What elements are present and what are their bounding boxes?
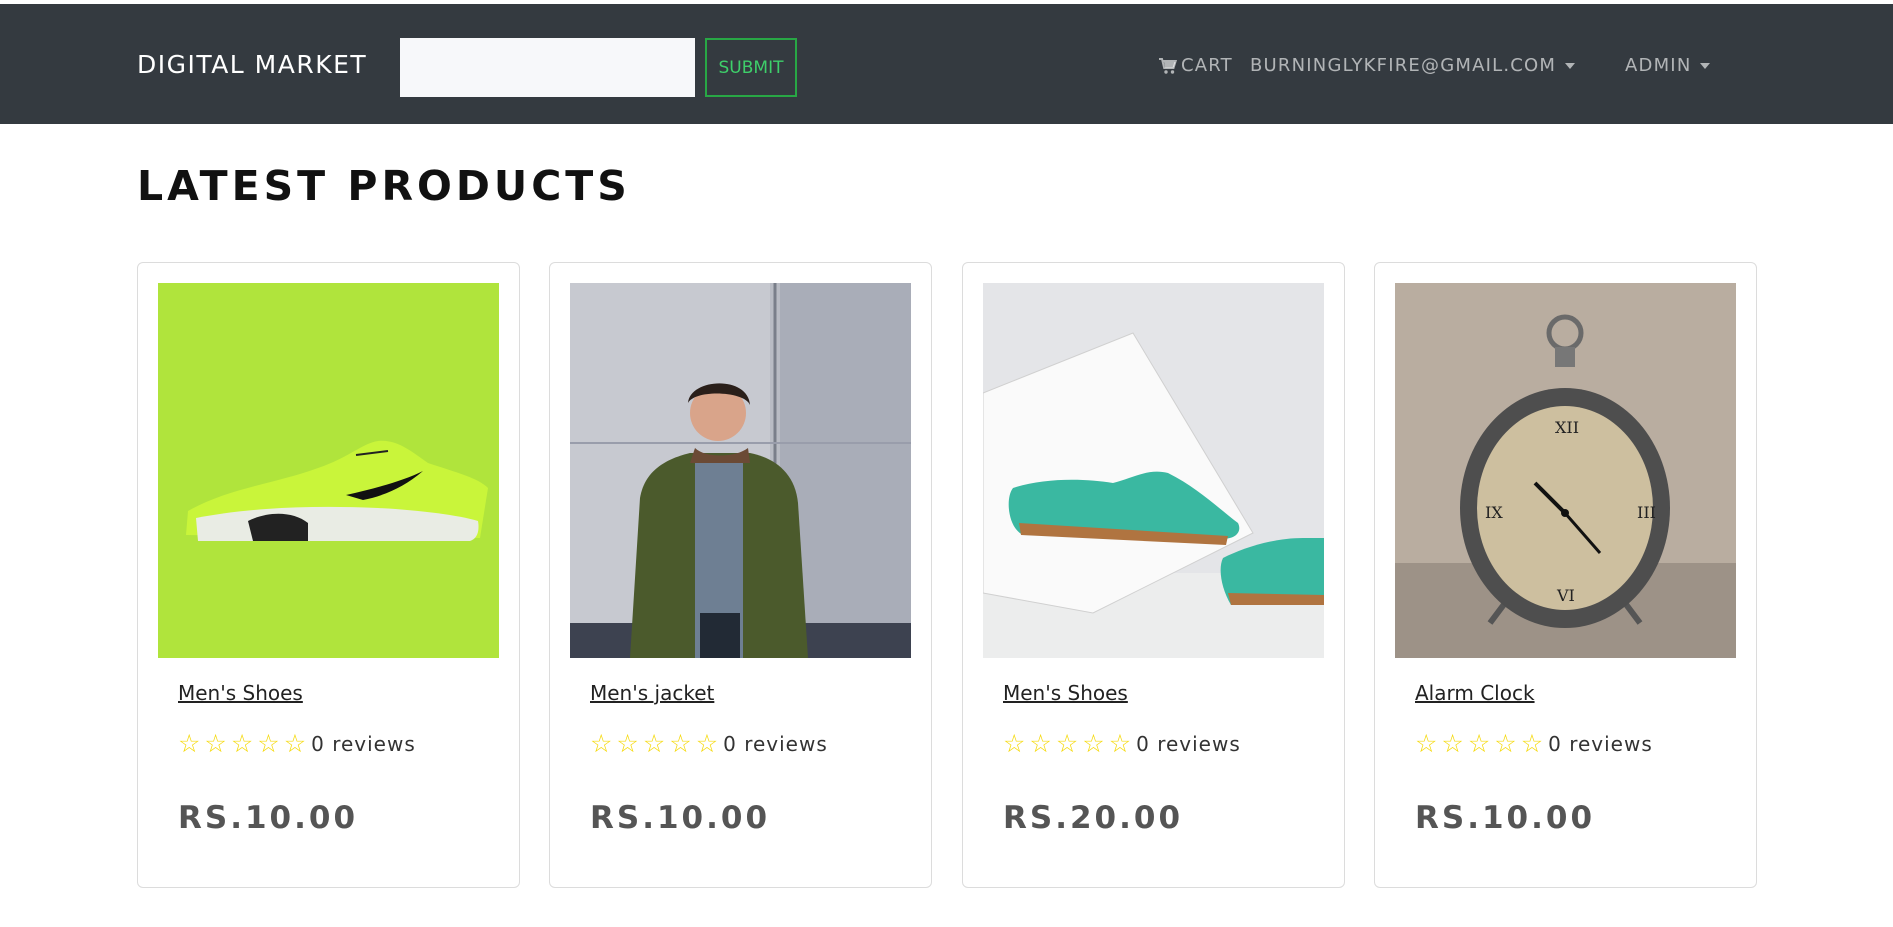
star-outline-icon: ☆ — [695, 729, 719, 758]
product-title-link[interactable]: Alarm Clock — [1415, 681, 1535, 705]
reviews-count: 0 reviews — [1136, 731, 1241, 756]
product-card: Men's Shoes ☆ ☆ ☆ ☆ ☆ 0 reviews RS.20.00 — [962, 262, 1345, 888]
product-card: Men's Shoes ☆ ☆ ☆ ☆ ☆ 0 reviews RS.10.00 — [137, 262, 520, 888]
search-input[interactable] — [400, 38, 695, 97]
product-price: RS.10.00 — [1415, 800, 1596, 836]
star-outline-icon: ☆ — [616, 729, 639, 758]
svg-text:III: III — [1637, 503, 1656, 522]
svg-text:VI: VI — [1556, 586, 1575, 605]
star-outline-icon: ☆ — [178, 729, 201, 758]
cart-icon — [1159, 57, 1178, 74]
product-title-link[interactable]: Men's Shoes — [1003, 681, 1128, 705]
star-outline-icon: ☆ — [1441, 729, 1464, 758]
cart-label: CART — [1181, 55, 1233, 76]
rating: ☆ ☆ ☆ ☆ ☆ 0 reviews — [178, 731, 416, 756]
star-outline-icon: ☆ — [283, 729, 307, 758]
reviews-count: 0 reviews — [723, 731, 828, 756]
star-outline-icon: ☆ — [1029, 729, 1052, 758]
star-outline-icon: ☆ — [1494, 729, 1517, 758]
caret-down-icon — [1565, 62, 1576, 69]
star-outline-icon: ☆ — [1467, 729, 1491, 758]
star-outline-icon: ☆ — [230, 729, 254, 758]
star-outline-icon: ☆ — [1082, 729, 1105, 758]
caret-down-icon — [1700, 62, 1711, 69]
star-outline-icon: ☆ — [590, 729, 613, 758]
rating: ☆ ☆ ☆ ☆ ☆ 0 reviews — [590, 731, 828, 756]
user-email-label: BURNINGLYKFIRE@GMAIL.COM — [1250, 55, 1557, 76]
admin-label: ADMIN — [1625, 55, 1692, 76]
star-outline-icon: ☆ — [1108, 729, 1132, 758]
star-outline-icon: ☆ — [257, 729, 280, 758]
star-outline-icon: ☆ — [642, 729, 666, 758]
page-title: LATEST PRODUCTS — [137, 162, 631, 210]
product-image[interactable] — [570, 283, 911, 658]
reviews-count: 0 reviews — [311, 731, 416, 756]
product-price: RS.20.00 — [1003, 800, 1184, 836]
star-outline-icon: ☆ — [669, 729, 692, 758]
rating: ☆ ☆ ☆ ☆ ☆ 0 reviews — [1003, 731, 1241, 756]
star-outline-icon: ☆ — [1055, 729, 1079, 758]
product-title-link[interactable]: Men's jacket — [590, 681, 714, 705]
star-outline-icon: ☆ — [204, 729, 227, 758]
admin-dropdown[interactable]: ADMIN — [1625, 55, 1711, 76]
star-outline-icon: ☆ — [1415, 729, 1438, 758]
submit-button[interactable]: SUBMIT — [705, 38, 797, 97]
product-price: RS.10.00 — [590, 800, 771, 836]
brand-logo[interactable]: DIGITAL MARKET — [137, 50, 367, 79]
product-title-link[interactable]: Men's Shoes — [178, 681, 303, 705]
product-image[interactable]: XII III VI IX — [1395, 283, 1736, 658]
rating: ☆ ☆ ☆ ☆ ☆ 0 reviews — [1415, 731, 1653, 756]
svg-text:IX: IX — [1485, 503, 1503, 522]
product-card: Men's jacket ☆ ☆ ☆ ☆ ☆ 0 reviews RS.10.0… — [549, 262, 932, 888]
user-dropdown[interactable]: BURNINGLYKFIRE@GMAIL.COM — [1250, 55, 1576, 76]
star-outline-icon: ☆ — [1520, 729, 1544, 758]
cart-link[interactable]: CART — [1158, 55, 1233, 76]
product-image[interactable] — [158, 283, 499, 658]
product-image[interactable] — [983, 283, 1324, 658]
svg-text:XII: XII — [1555, 418, 1579, 437]
navbar: DIGITAL MARKET SUBMIT CART BURNINGLYKFIR… — [0, 4, 1893, 124]
product-price: RS.10.00 — [178, 800, 359, 836]
reviews-count: 0 reviews — [1548, 731, 1653, 756]
star-outline-icon: ☆ — [1003, 729, 1026, 758]
product-card: XII III VI IX Alarm Clock ☆ ☆ ☆ ☆ ☆ 0 re… — [1374, 262, 1757, 888]
